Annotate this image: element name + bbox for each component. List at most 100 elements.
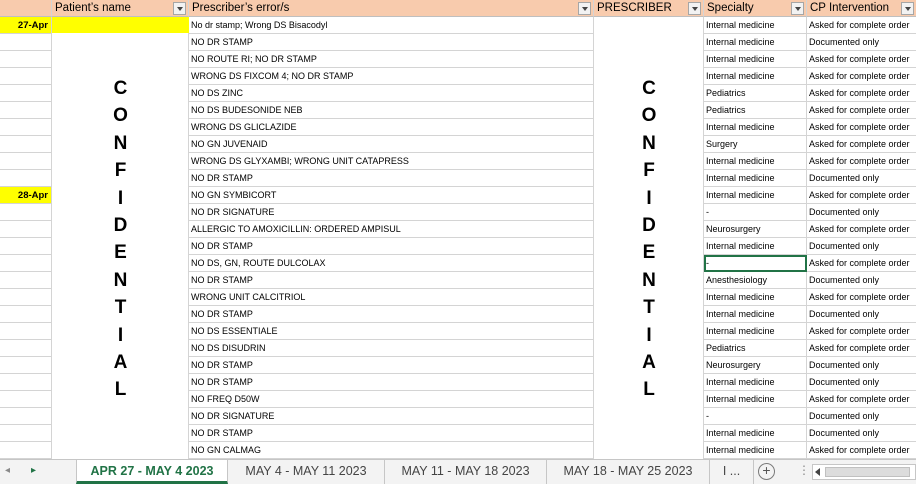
horizontal-scrollbar[interactable] — [812, 464, 916, 480]
intervention-cell[interactable]: Asked for complete order — [807, 289, 916, 306]
error-cell[interactable]: WRONG DS FIXCOM 4; NO DR STAMP — [189, 68, 594, 85]
prev-sheet-icon[interactable]: ◂ — [5, 465, 10, 476]
specialty-cell[interactable]: Pediatrics — [704, 340, 807, 357]
intervention-cell[interactable]: Documented only — [807, 408, 916, 425]
error-cell[interactable]: NO DR SIGNATURE — [189, 204, 594, 221]
filter-dropdown-icon[interactable] — [901, 2, 914, 15]
error-cell[interactable]: NO DS BUDESONIDE NEB — [189, 102, 594, 119]
error-cell[interactable]: NO DR STAMP — [189, 306, 594, 323]
error-cell[interactable]: NO GN CALMAG — [189, 442, 594, 459]
specialty-cell[interactable]: Neurosurgery — [704, 221, 807, 238]
date-cell[interactable] — [0, 238, 52, 255]
specialty-cell[interactable]: Surgery — [704, 136, 807, 153]
specialty-cell[interactable]: Internal medicine — [704, 289, 807, 306]
intervention-cell[interactable]: Documented only — [807, 425, 916, 442]
header-specialty[interactable]: Specialty — [704, 0, 807, 17]
specialty-cell[interactable]: Internal medicine — [704, 238, 807, 255]
specialty-cell[interactable]: - — [704, 408, 807, 425]
intervention-cell[interactable]: Documented only — [807, 204, 916, 221]
error-cell[interactable]: WRONG DS GLYXAMBI; WRONG UNIT CATAPRESS — [189, 153, 594, 170]
sheet-tab-overflow[interactable]: I ... — [710, 460, 754, 484]
date-cell[interactable] — [0, 153, 52, 170]
date-cell[interactable] — [0, 204, 52, 221]
error-cell[interactable]: NO DR STAMP — [189, 238, 594, 255]
specialty-cell[interactable]: Internal medicine — [704, 306, 807, 323]
error-cell[interactable]: NO DR STAMP — [189, 374, 594, 391]
add-sheet-icon[interactable]: + — [758, 463, 775, 480]
sheet-tab[interactable]: MAY 4 - MAY 11 2023 — [228, 460, 385, 484]
intervention-cell[interactable]: Asked for complete order — [807, 391, 916, 408]
date-cell[interactable]: 27-Apr — [0, 17, 52, 34]
specialty-cell[interactable]: Internal medicine — [704, 187, 807, 204]
date-cell[interactable] — [0, 170, 52, 187]
date-cell[interactable] — [0, 289, 52, 306]
date-cell[interactable] — [0, 119, 52, 136]
scrollbar-thumb[interactable] — [825, 467, 910, 477]
intervention-cell[interactable]: Documented only — [807, 238, 916, 255]
spreadsheet-grid[interactable]: Patient’s name Prescriber’s error/s PRES… — [0, 0, 916, 459]
intervention-cell[interactable]: Asked for complete order — [807, 221, 916, 238]
specialty-cell[interactable]: Internal medicine — [704, 323, 807, 340]
header-patient-name[interactable]: Patient’s name — [52, 0, 189, 17]
intervention-cell[interactable]: Documented only — [807, 306, 916, 323]
date-cell[interactable] — [0, 255, 52, 272]
date-cell[interactable] — [0, 136, 52, 153]
date-cell[interactable] — [0, 306, 52, 323]
intervention-cell[interactable]: Asked for complete order — [807, 442, 916, 459]
intervention-cell[interactable]: Asked for complete order — [807, 17, 916, 34]
specialty-cell[interactable]: Anesthesiology — [704, 272, 807, 289]
date-cell[interactable] — [0, 425, 52, 442]
specialty-cell[interactable]: Pediatrics — [704, 85, 807, 102]
date-cell[interactable] — [0, 272, 52, 289]
error-cell[interactable]: NO ROUTE RI; NO DR STAMP — [189, 51, 594, 68]
specialty-cell[interactable]: Internal medicine — [704, 391, 807, 408]
header-prescriber-error[interactable]: Prescriber’s error/s — [189, 0, 594, 17]
date-cell[interactable] — [0, 408, 52, 425]
header-prescriber[interactable]: PRESCRIBER — [594, 0, 704, 17]
error-cell[interactable]: NO DR STAMP — [189, 170, 594, 187]
filter-dropdown-icon[interactable] — [791, 2, 804, 15]
error-cell[interactable]: NO GN SYMBICORT — [189, 187, 594, 204]
date-cell[interactable] — [0, 357, 52, 374]
specialty-cell[interactable]: - — [704, 255, 807, 272]
error-cell[interactable]: NO GN JUVENAID — [189, 136, 594, 153]
specialty-cell[interactable]: Internal medicine — [704, 119, 807, 136]
date-cell[interactable] — [0, 34, 52, 51]
error-cell[interactable]: NO DR SIGNATURE — [189, 408, 594, 425]
intervention-cell[interactable]: Documented only — [807, 272, 916, 289]
date-cell[interactable] — [0, 68, 52, 85]
date-cell[interactable] — [0, 102, 52, 119]
header-cp-intervention[interactable]: CP Intervention — [807, 0, 916, 17]
specialty-cell[interactable]: Internal medicine — [704, 425, 807, 442]
intervention-cell[interactable]: Asked for complete order — [807, 136, 916, 153]
date-cell[interactable]: 28-Apr — [0, 187, 52, 204]
filter-dropdown-icon[interactable] — [578, 2, 591, 15]
specialty-cell[interactable]: Internal medicine — [704, 442, 807, 459]
intervention-cell[interactable]: Asked for complete order — [807, 323, 916, 340]
intervention-cell[interactable]: Documented only — [807, 374, 916, 391]
error-cell[interactable]: NO DR STAMP — [189, 357, 594, 374]
patient-highlight-cell[interactable] — [52, 17, 189, 33]
date-cell[interactable] — [0, 85, 52, 102]
date-cell[interactable] — [0, 323, 52, 340]
intervention-cell[interactable]: Asked for complete order — [807, 255, 916, 272]
date-cell[interactable] — [0, 374, 52, 391]
intervention-cell[interactable]: Documented only — [807, 34, 916, 51]
specialty-cell[interactable]: - — [704, 204, 807, 221]
error-cell[interactable]: NO DS DISUDRIN — [189, 340, 594, 357]
intervention-cell[interactable]: Documented only — [807, 357, 916, 374]
error-cell[interactable]: WRONG DS GLICLAZIDE — [189, 119, 594, 136]
intervention-cell[interactable]: Documented only — [807, 170, 916, 187]
tab-split-handle-icon[interactable]: ⋮ — [798, 463, 810, 477]
intervention-cell[interactable]: Asked for complete order — [807, 85, 916, 102]
error-cell[interactable]: NO DS ZINC — [189, 85, 594, 102]
error-cell[interactable]: ALLERGIC TO AMOXICILLIN: ORDERED AMPISUL — [189, 221, 594, 238]
sheet-tab[interactable]: APR 27 - MAY 4 2023 — [76, 460, 228, 484]
intervention-cell[interactable]: Asked for complete order — [807, 51, 916, 68]
date-cell[interactable] — [0, 340, 52, 357]
next-sheet-icon[interactable]: ▸ — [31, 465, 36, 476]
error-cell[interactable]: No dr stamp; Wrong DS Bisacodyl — [189, 17, 594, 34]
specialty-cell[interactable]: Internal medicine — [704, 153, 807, 170]
specialty-cell[interactable]: Pediatrics — [704, 102, 807, 119]
error-cell[interactable]: NO FREQ D50W — [189, 391, 594, 408]
